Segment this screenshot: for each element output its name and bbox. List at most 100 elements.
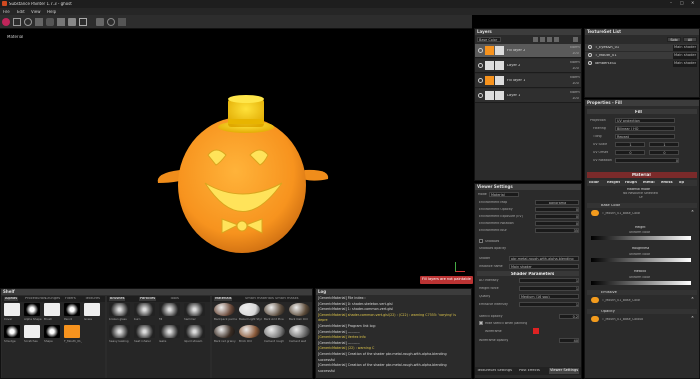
minimize-button[interactable]: – [670, 1, 672, 5]
tab-viewer-settings[interactable]: Viewer Settings [549, 368, 580, 374]
all-button[interactable]: All [683, 37, 697, 42]
opacity-remove-icon[interactable]: ✕ [691, 316, 694, 320]
shelf-item-thumbnail[interactable] [264, 325, 285, 338]
shader-param-field[interactable]: Medium (16 spp) [519, 294, 579, 299]
eraser-tool-icon[interactable] [13, 18, 21, 26]
shelf-item-thumbnail[interactable] [109, 303, 130, 316]
picker-tool-icon[interactable] [57, 18, 65, 26]
hide-stencil-checkbox[interactable] [479, 321, 483, 325]
shelf-item-thumbnail[interactable] [239, 325, 260, 338]
shelf-item-thumbnail[interactable] [4, 303, 20, 316]
visibility-eye-icon[interactable] [588, 45, 592, 49]
smudge-tool-icon[interactable] [35, 18, 43, 26]
channel-toggle-rough[interactable]: rough [625, 181, 637, 185]
roughness-slider[interactable] [591, 258, 691, 262]
shelf-tab[interactable]: Brushes [109, 297, 126, 301]
channel-select[interactable]: Base Color [477, 37, 501, 42]
shelf-tab[interactable]: Materials [214, 297, 233, 301]
menu-edit[interactable]: Edit [17, 10, 25, 14]
shelf-item-thumbnail[interactable] [24, 303, 40, 316]
uv-rotation-field[interactable]: 0 [615, 158, 679, 163]
layer-row[interactable]: Fill layer 1 Norm 100 [475, 74, 581, 88]
mask-tool-icon[interactable] [79, 18, 87, 26]
shelf-item-thumbnail[interactable] [159, 303, 180, 316]
paint-tool-icon[interactable] [2, 18, 10, 26]
visibility-eye-icon[interactable] [588, 61, 592, 65]
shelf-item-thumbnail[interactable] [264, 303, 285, 316]
shelf-tab[interactable]: Tools [169, 297, 180, 301]
shelf-item-thumbnail[interactable] [239, 303, 260, 316]
maximize-button[interactable]: □ [680, 1, 684, 5]
shelf-item-thumbnail[interactable] [4, 325, 20, 338]
shadows-checkbox[interactable] [479, 239, 483, 243]
base-color-swatch[interactable] [591, 210, 599, 216]
menu-file[interactable]: File [3, 10, 10, 14]
env-setting-field[interactable]: 0 [535, 214, 579, 219]
menu-help[interactable]: Help [47, 10, 56, 14]
shelf-tab[interactable]: Textures [84, 297, 101, 301]
shelf-item-thumbnail[interactable] [84, 303, 100, 316]
stencil-opacity-field[interactable]: 0.2 [559, 314, 579, 319]
base-color-remove-icon[interactable]: ✕ [691, 210, 694, 214]
channel-toggle-emiss[interactable]: emiss [661, 181, 673, 185]
shelf-tab[interactable]: Smart materials [244, 297, 275, 301]
fill-tool-icon[interactable] [68, 18, 76, 26]
shelf-item-thumbnail[interactable] [24, 325, 40, 338]
shelf-item-thumbnail[interactable] [159, 325, 180, 338]
textureset-shader[interactable]: Main shader [673, 61, 698, 67]
viewport[interactable]: Material Fill layers are not paintable [0, 30, 473, 286]
env-setting-field[interactable]: 35 [535, 228, 579, 233]
tiling-select[interactable]: Repeat [615, 134, 675, 139]
wireframe-opacity-field[interactable]: 40 [559, 338, 579, 343]
textureset-shader[interactable]: Main shader [673, 45, 698, 51]
channel-toggle-height[interactable]: height [607, 181, 620, 185]
shader-param-field[interactable]: 1 [519, 278, 579, 283]
shelf-item-thumbnail[interactable] [134, 303, 155, 316]
shelf-item-thumbnail[interactable] [214, 325, 235, 338]
shader-param-field[interactable]: 1 [519, 286, 579, 291]
shelf-tab[interactable]: Smart masks [274, 297, 300, 301]
add-mask-icon[interactable] [547, 37, 552, 42]
projection-select[interactable]: UV projection [615, 118, 675, 123]
metallic-slider[interactable] [591, 281, 691, 285]
add-layer-icon[interactable] [533, 37, 538, 42]
visibility-eye-icon[interactable] [478, 48, 483, 53]
shelf-item-thumbnail[interactable] [64, 303, 80, 316]
menu-view[interactable]: View [31, 10, 41, 14]
shelf-item-thumbnail[interactable] [289, 303, 310, 316]
clone-tool-icon[interactable] [46, 18, 54, 26]
env-setting-field[interactable]: 0 [535, 221, 579, 226]
shelf-item-thumbnail[interactable] [109, 325, 130, 338]
visibility-eye-icon[interactable] [588, 53, 592, 57]
solo-button[interactable]: Solo [667, 37, 681, 42]
delete-layer-icon[interactable] [573, 37, 578, 42]
shelf-item-thumbnail[interactable] [134, 325, 155, 338]
layer-row[interactable]: Layer 1 Norm 100 [475, 89, 581, 103]
visibility-eye-icon[interactable] [478, 93, 483, 98]
emissive-remove-icon[interactable]: ✕ [691, 297, 694, 301]
shelf-item-thumbnail[interactable] [44, 303, 60, 316]
settings-icon[interactable] [107, 18, 115, 26]
opacity-swatch[interactable] [591, 316, 599, 322]
layer-row[interactable]: Layer 2 Norm 100 [475, 59, 581, 73]
shelf-item-thumbnail[interactable] [64, 325, 80, 338]
channel-toggle-op[interactable]: op [679, 181, 684, 185]
mode-select[interactable]: Material [489, 192, 519, 197]
layer-row[interactable]: Fill layer 2 Norm 100 [475, 44, 581, 58]
close-button[interactable]: ✕ [691, 1, 694, 5]
textureset-row[interactable]: T_Mouth_01 Main shader [585, 52, 699, 59]
wireframe-color-swatch[interactable] [533, 328, 539, 334]
shelf-item-thumbnail[interactable] [184, 303, 205, 316]
shelf-item-thumbnail[interactable] [44, 325, 60, 338]
add-folder-icon[interactable] [554, 37, 559, 42]
uv-scale-v[interactable]: 1 [649, 142, 679, 147]
shelf-tab[interactable]: Grunges [44, 297, 61, 301]
shader-param-field[interactable]: 1 [519, 302, 579, 307]
tab-post-effects[interactable]: Post Effects [519, 369, 540, 373]
uv-offset-v[interactable]: 0 [649, 150, 679, 155]
shelf-item-thumbnail[interactable] [289, 325, 310, 338]
height-slider[interactable] [591, 236, 691, 240]
instance-field[interactable]: Main shader [509, 264, 579, 269]
visibility-eye-icon[interactable] [478, 78, 483, 83]
shelf-tab[interactable]: Particles [139, 297, 157, 301]
